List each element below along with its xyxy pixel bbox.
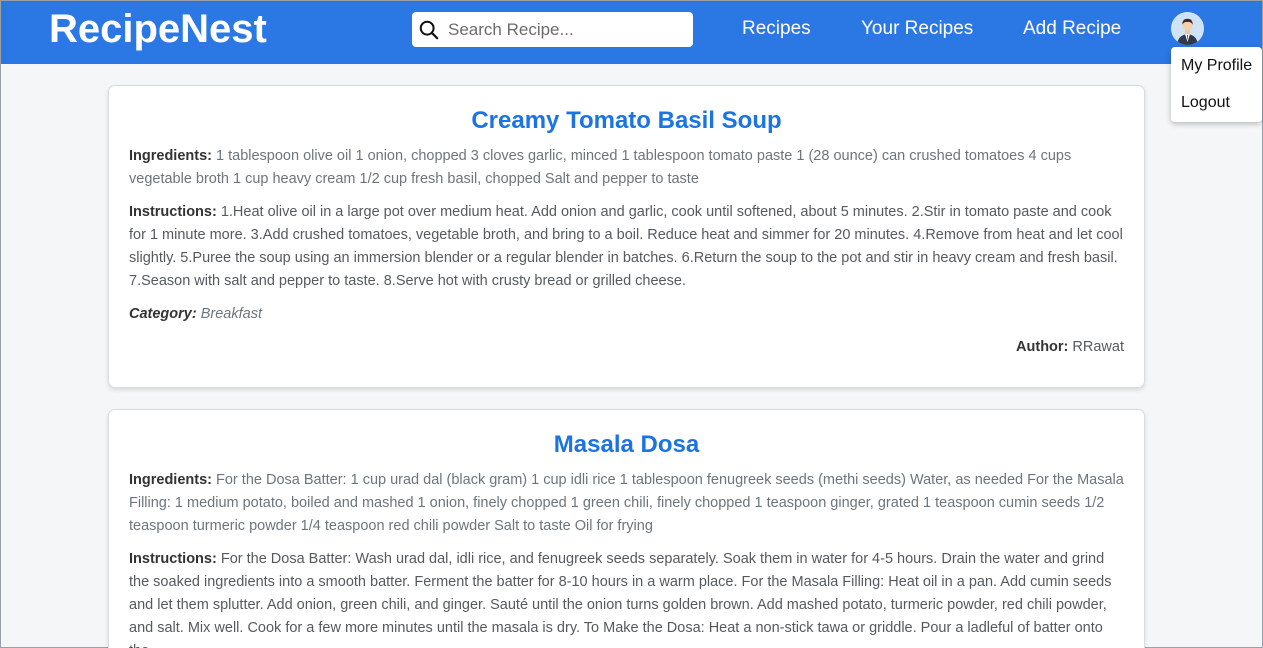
brand-logo[interactable]: RecipeNest [49,7,267,51]
recipe-ingredients: Ingredients: For the Dosa Batter: 1 cup … [129,469,1124,538]
recipe-title[interactable]: Masala Dosa [129,431,1124,459]
recipe-author: Author: RRawat [129,336,1124,359]
search-input[interactable] [448,19,678,40]
author-name: RRawat [1072,339,1124,355]
ingredients-text: 1 tablespoon olive oil 1 onion, chopped … [129,148,1072,187]
search-box[interactable] [412,12,693,47]
instructions-text: 1.Heat olive oil in a large pot over med… [129,204,1123,289]
category-label: Category: [129,306,197,322]
recipe-ingredients: Ingredients: 1 tablespoon olive oil 1 on… [129,145,1124,191]
profile-dropdown-menu: My Profile Logout [1171,47,1262,122]
nav-recipes-link[interactable]: Recipes [742,18,811,40]
ingredients-label: Ingredients: [129,148,212,164]
recipe-category: Category: Breakfast [129,303,1124,326]
avatar-icon [1171,12,1204,45]
nav-add-recipe-link[interactable]: Add Recipe [1023,18,1121,40]
instructions-text: For the Dosa Batter: Wash urad dal, idli… [129,551,1112,648]
category-value: Breakfast [200,306,262,322]
ingredients-text: For the Dosa Batter: 1 cup urad dal (bla… [129,472,1124,534]
recipe-card: Masala Dosa Ingredients: For the Dosa Ba… [108,409,1145,648]
author-label: Author: [1016,339,1069,355]
recipe-card: Creamy Tomato Basil Soup Ingredients: 1 … [108,85,1145,388]
instructions-label: Instructions: [129,204,217,220]
my-profile-menu-item[interactable]: My Profile [1181,57,1252,75]
nav-your-recipes-link[interactable]: Your Recipes [861,18,973,40]
ingredients-label: Ingredients: [129,472,212,488]
instructions-label: Instructions: [129,551,217,567]
recipe-instructions: Instructions: 1.Heat olive oil in a larg… [129,201,1124,293]
logout-menu-item[interactable]: Logout [1181,94,1230,112]
search-icon [419,20,439,39]
top-navbar: RecipeNest Recipes Your Recipes Add Reci… [1,1,1262,64]
recipe-title[interactable]: Creamy Tomato Basil Soup [129,107,1124,135]
user-avatar[interactable] [1171,12,1204,45]
recipe-instructions: Instructions: For the Dosa Batter: Wash … [129,548,1124,648]
